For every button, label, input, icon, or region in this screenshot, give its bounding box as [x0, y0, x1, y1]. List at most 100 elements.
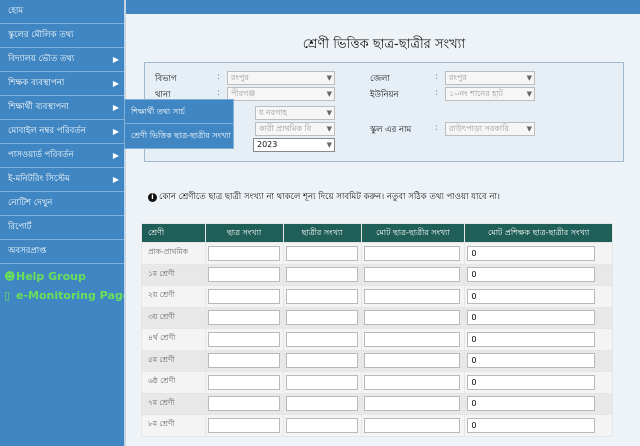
table-header-row: শ্রেণী ছাত্র সংখ্যা ছাত্রীর সংখ্যা মোট ছ…	[141, 223, 613, 243]
chevron-right-icon: ▶	[112, 151, 119, 160]
girls-count-input[interactable]	[285, 245, 358, 261]
e-monitoring-page-link[interactable]: ▯ e-Monitoring Page	[4, 289, 130, 302]
year-select[interactable]: 2023 ▼	[253, 138, 335, 152]
main-content: শ্রেণী ভিত্তিক ছাত্র-ছাত্রীর সংখ্যা বিভা…	[124, 0, 640, 446]
colon: :	[435, 72, 439, 82]
student-management-submenu: শিক্ষার্থী তথ্য সার্চ শ্রেণী ভিত্তিক ছাত…	[124, 99, 234, 149]
boys-count-input[interactable]	[207, 396, 280, 412]
boys-count-input[interactable]	[207, 417, 280, 433]
table-row: ৪র্থ শ্রেণী	[141, 328, 613, 351]
total-trained-input[interactable]	[467, 353, 596, 369]
document-icon: ▯	[4, 289, 11, 302]
total-count-input[interactable]	[363, 331, 460, 347]
class-name: ৬ষ্ঠ শ্রেণী	[141, 371, 206, 394]
sidebar-item-notice[interactable]: নোটিশ দেখুন	[0, 192, 124, 216]
student-count-table: শ্রেণী ছাত্র সংখ্যা ছাত্রীর সংখ্যা মোট ছ…	[141, 223, 613, 437]
total-count-input[interactable]	[363, 288, 460, 304]
girls-count-input[interactable]	[285, 396, 358, 412]
chevron-right-icon: ▶	[112, 79, 119, 88]
girls-count-input[interactable]	[285, 310, 358, 326]
boys-count-input[interactable]	[207, 331, 280, 347]
boys-count-input[interactable]	[207, 310, 280, 326]
submenu-item-student-search[interactable]: শিক্ষার্থী তথ্য সার্চ	[125, 100, 233, 124]
table-row: ৮ম শ্রেণী	[141, 414, 613, 437]
sidebar-item-home[interactable]: হোম	[0, 0, 124, 24]
col-total-trained: মোট প্রশিক্ষক ছাত্র-ছাত্রীর সংখ্যা	[464, 223, 613, 243]
school-name-label: স্কুল এর নাম	[370, 125, 412, 135]
class-name: ৭ম শ্রেণী	[141, 392, 206, 415]
sidebar-item-teacher-management[interactable]: শিক্ষক ব্যবস্থাপনা ▶	[0, 72, 124, 96]
school-type-select[interactable]: কারী প্রাথমিক বি ▼	[255, 122, 335, 136]
girls-count-input[interactable]	[285, 353, 358, 369]
info-icon: i	[148, 193, 157, 202]
division-select[interactable]: রংপুর ▼	[227, 71, 335, 85]
girls-count-input[interactable]	[285, 374, 358, 390]
chevron-right-icon: ▶	[112, 103, 119, 112]
total-trained-input[interactable]	[467, 310, 596, 326]
boys-count-input[interactable]	[207, 353, 280, 369]
sidebar-item-student-management[interactable]: শিক্ষার্থী ব্যবস্থাপনা ▶	[0, 96, 124, 120]
boys-count-input[interactable]	[207, 288, 280, 304]
table-row: ৩য় শ্রেণী	[141, 306, 613, 329]
total-count-input[interactable]	[363, 374, 460, 390]
table-row: ২য় শ্রেণী	[141, 285, 613, 308]
sidebar-item-retired[interactable]: অবসরপ্রাপ্ত	[0, 240, 124, 264]
chevron-down-icon: ▼	[526, 74, 532, 82]
girls-count-input[interactable]	[285, 267, 358, 283]
girls-count-input[interactable]	[285, 417, 358, 433]
boys-count-input[interactable]	[207, 245, 280, 261]
girls-count-input[interactable]	[285, 331, 358, 347]
total-trained-input[interactable]	[467, 374, 596, 390]
chevron-right-icon: ▶	[112, 175, 119, 184]
total-trained-input[interactable]	[467, 331, 596, 347]
col-total: মোট ছাত্র-ছাত্রীর সংখ্যা	[360, 223, 466, 243]
total-trained-input[interactable]	[467, 417, 596, 433]
chevron-down-icon: ▼	[526, 125, 532, 133]
table-row: ৭ম শ্রেণী	[141, 392, 613, 415]
cluster-select[interactable]: ধ নরগাহ ▼	[255, 106, 335, 120]
sidebar-item-school-basic-info[interactable]: স্কুলের মৌলিক তথ্য	[0, 24, 124, 48]
table-row: ১ম শ্রেণী	[141, 263, 613, 286]
sidebar-item-mobile-change[interactable]: মোবাইল নম্বর পরিবর্তন ▶	[0, 120, 124, 144]
col-class: শ্রেণী	[141, 223, 206, 243]
help-group-link[interactable]: ☻Help Group	[4, 270, 124, 283]
table-row: প্রাক-প্রাথমিক	[141, 242, 613, 265]
total-count-input[interactable]	[363, 267, 460, 283]
class-name: ১ম শ্রেণী	[141, 263, 206, 286]
sidebar-item-school-physical-info[interactable]: বিদ্যালয় ভৌত তথ্য ▶	[0, 48, 124, 72]
user-icon: ☻	[4, 270, 16, 283]
submenu-item-class-wise-count[interactable]: শ্রেণী ভিত্তিক ছাত্র-ছাত্রীর সংখ্যা	[125, 124, 233, 148]
total-trained-input[interactable]	[467, 396, 596, 412]
sidebar-nav: হোম স্কুলের মৌলিক তথ্য বিদ্যালয় ভৌত তথ্…	[0, 0, 130, 446]
boys-count-input[interactable]	[207, 374, 280, 390]
sidebar-item-password-change[interactable]: পাসওয়ার্ড পরিবর্তন ▶	[0, 144, 124, 168]
total-trained-input[interactable]	[467, 245, 596, 261]
total-count-input[interactable]	[363, 396, 460, 412]
total-count-input[interactable]	[363, 353, 460, 369]
class-name: ৩য় শ্রেণী	[141, 306, 206, 329]
boys-count-input[interactable]	[207, 267, 280, 283]
chevron-down-icon: ▼	[326, 141, 332, 149]
class-name: প্রাক-প্রাথমিক	[141, 242, 206, 265]
sidebar-item-report[interactable]: রিপোর্ট	[0, 216, 124, 240]
top-strip	[126, 0, 640, 14]
district-label: জেলা	[370, 74, 390, 84]
union-select[interactable]: ১০নং শানের হাট ▼	[445, 87, 535, 101]
total-count-input[interactable]	[363, 417, 460, 433]
notice-message: i কোন শ্রেণীতে ছাত্র ছাত্রী সংখ্যা না থাক…	[148, 190, 500, 204]
chevron-down-icon: ▼	[526, 90, 532, 98]
chevron-down-icon: ▼	[326, 74, 332, 82]
girls-count-input[interactable]	[285, 288, 358, 304]
chevron-down-icon: ▼	[326, 109, 332, 117]
total-count-input[interactable]	[363, 310, 460, 326]
chevron-down-icon: ▼	[326, 90, 332, 98]
total-trained-input[interactable]	[467, 288, 596, 304]
district-select[interactable]: রংপুর ▼	[445, 71, 535, 85]
col-girls: ছাত্রীর সংখ্যা	[282, 223, 362, 243]
thana-select[interactable]: পীরগঞ্জ ▼	[227, 87, 335, 101]
sidebar-item-e-monitoring[interactable]: ই-মনিটরিং সিস্টেম ▶	[0, 168, 124, 192]
total-trained-input[interactable]	[467, 267, 596, 283]
school-name-select[interactable]: রাউৎপাড়া সরকারি ▼	[445, 122, 535, 136]
division-label: বিভাগ	[155, 74, 177, 84]
total-count-input[interactable]	[363, 245, 460, 261]
